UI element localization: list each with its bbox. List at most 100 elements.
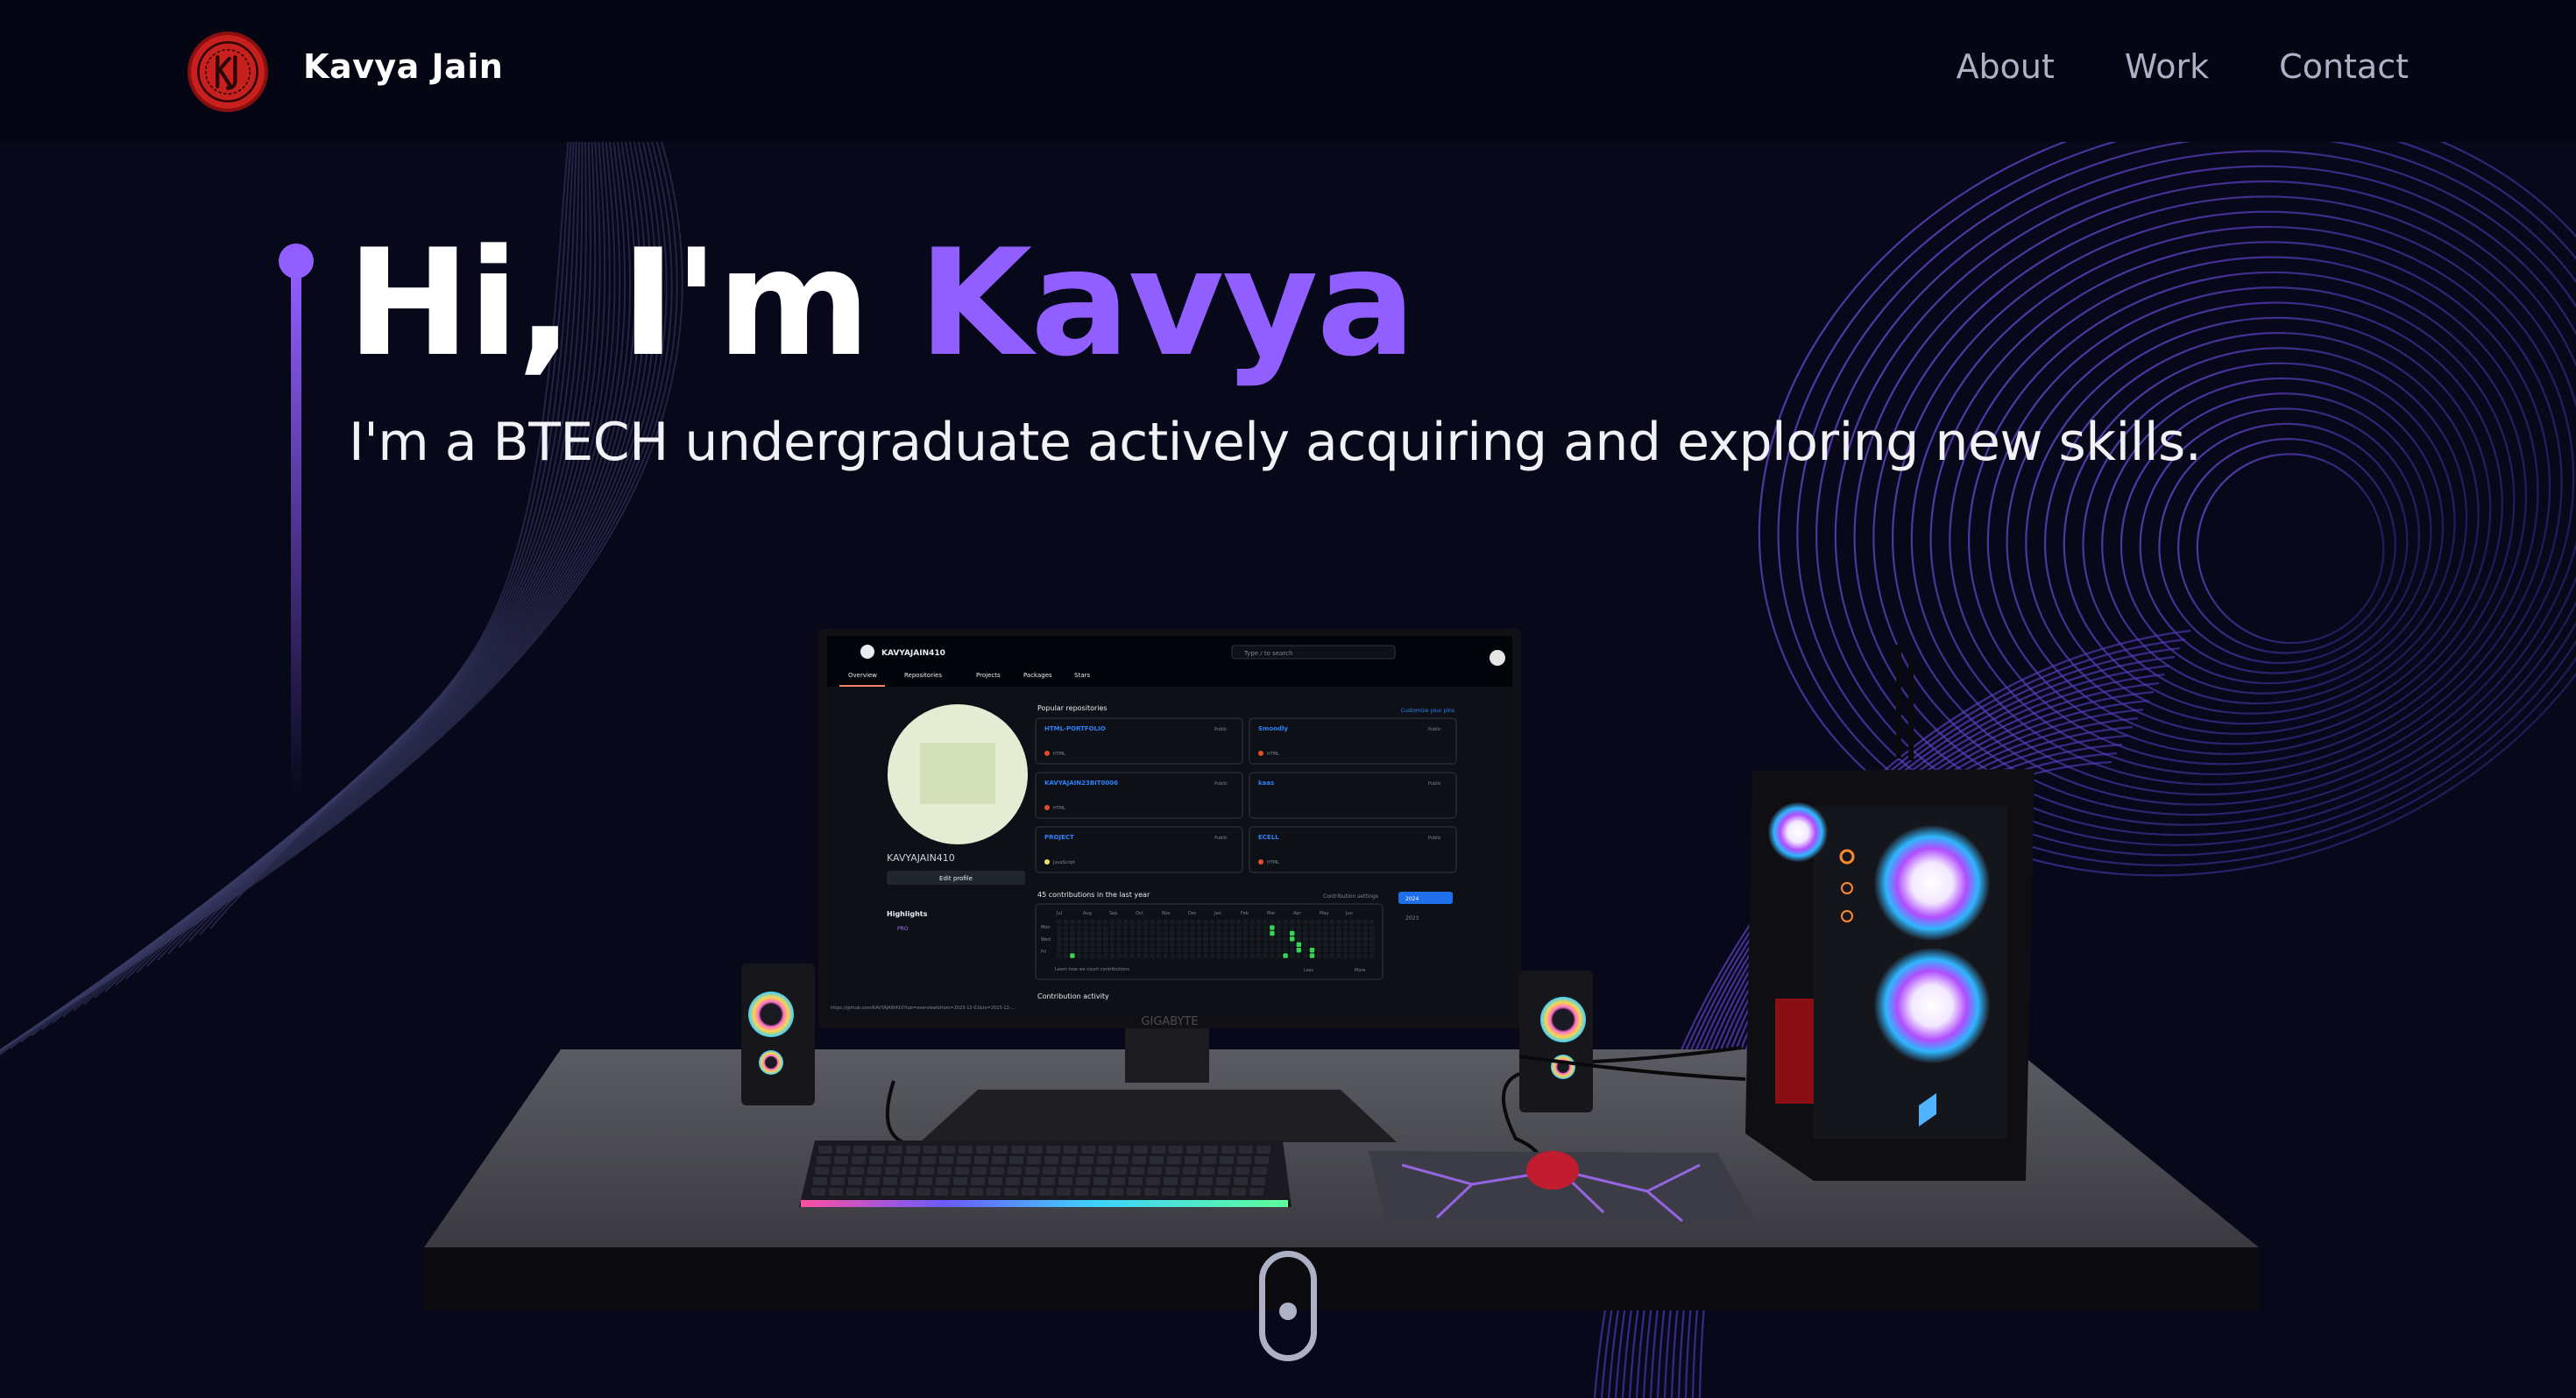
keyboard-key[interactable] [976, 1146, 990, 1154]
gh-repo-name[interactable]: PROJECT [1044, 834, 1074, 841]
keyboard-key[interactable] [1064, 1146, 1078, 1154]
keyboard-key[interactable] [1079, 1156, 1093, 1164]
keyboard-key[interactable] [901, 1177, 915, 1185]
gh-tab-overview[interactable]: Overview [848, 672, 877, 679]
keyboard-key[interactable] [1220, 1156, 1234, 1164]
keyboard-key[interactable] [834, 1156, 848, 1164]
keyboard-key[interactable] [1095, 1167, 1109, 1175]
keyboard-key[interactable] [1058, 1177, 1072, 1185]
keyboard-key[interactable] [885, 1167, 899, 1175]
keyboard-key[interactable] [952, 1188, 966, 1196]
keyboard-key[interactable] [1167, 1156, 1181, 1164]
keyboard-key[interactable] [1162, 1188, 1176, 1196]
keyboard-key[interactable] [899, 1188, 913, 1196]
keyboard-key[interactable] [918, 1177, 932, 1185]
keyboard-key[interactable] [1115, 1156, 1129, 1164]
keyboard-key[interactable] [1130, 1167, 1144, 1175]
keyboard-key[interactable] [864, 1188, 878, 1196]
github-icon[interactable] [860, 645, 874, 659]
keyboard-key[interactable] [815, 1167, 829, 1175]
keyboard-key[interactable] [1255, 1156, 1269, 1164]
keyboard-key[interactable] [888, 1146, 902, 1154]
keyboard-key[interactable] [1004, 1188, 1018, 1196]
keyboard-key[interactable] [867, 1167, 881, 1175]
keyboard-key[interactable] [1232, 1188, 1246, 1196]
keyboard-key[interactable] [1043, 1167, 1057, 1175]
keyboard-key[interactable] [1097, 1156, 1111, 1164]
keyboard-key[interactable] [953, 1177, 967, 1185]
keyboard-key[interactable] [1116, 1146, 1130, 1154]
gh-tab-projects[interactable]: Projects [976, 672, 1001, 679]
keyboard-key[interactable] [1181, 1177, 1195, 1185]
keyboard-key[interactable] [1169, 1146, 1183, 1154]
keyboard-key[interactable] [817, 1156, 831, 1164]
keyboard-key[interactable] [1199, 1177, 1213, 1185]
keyboard-key[interactable] [987, 1188, 1001, 1196]
keyboard-key[interactable] [992, 1156, 1006, 1164]
gh-tab-repositories[interactable]: Repositories [904, 672, 942, 679]
keyboard-key[interactable] [1134, 1146, 1148, 1154]
gh-repo-name[interactable]: Smoodly [1258, 725, 1288, 732]
keyboard-key[interactable] [1041, 1177, 1055, 1185]
keyboard-key[interactable] [955, 1167, 969, 1175]
keyboard-key[interactable] [1256, 1146, 1270, 1154]
gh-avatar-small[interactable] [1490, 650, 1505, 666]
keyboard-key[interactable] [1111, 1177, 1125, 1185]
keyboard-key[interactable] [1237, 1156, 1251, 1164]
keyboard-key[interactable] [813, 1177, 827, 1185]
keyboard-key[interactable] [1039, 1188, 1053, 1196]
keyboard-key[interactable] [1078, 1167, 1092, 1175]
keyboard-key[interactable] [1009, 1156, 1023, 1164]
gh-tab-packages[interactable]: Packages [1023, 672, 1052, 679]
keyboard-key[interactable] [871, 1146, 885, 1154]
keyboard-key[interactable] [969, 1188, 983, 1196]
keyboard-key[interactable] [934, 1188, 948, 1196]
gh-repo-name[interactable]: ECELL [1258, 834, 1279, 841]
keyboard-key[interactable] [957, 1156, 971, 1164]
keyboard-key[interactable] [1008, 1167, 1022, 1175]
gh-repo-name[interactable]: kaas [1258, 780, 1274, 787]
gh-learn-contributions[interactable]: Learn how we count contributions [1055, 967, 1129, 972]
keyboard-key[interactable] [916, 1188, 931, 1196]
keyboard-key[interactable] [818, 1146, 832, 1154]
keyboard-key[interactable] [1221, 1146, 1235, 1154]
keyboard-key[interactable] [866, 1177, 880, 1185]
keyboard-key[interactable] [1027, 1156, 1041, 1164]
keyboard-key[interactable] [850, 1167, 864, 1175]
desk-setup-scene[interactable]: GIGABYTE KAVYAJAIN410 Type / to search O… [0, 0, 2576, 1398]
keyboard-key[interactable] [1099, 1146, 1113, 1154]
keyboard-key[interactable] [938, 1167, 952, 1175]
keyboard-key[interactable] [846, 1188, 860, 1196]
keyboard-key[interactable] [1011, 1146, 1025, 1154]
keyboard-key[interactable] [974, 1156, 988, 1164]
gh-repo-name[interactable]: HTML-PORTFOLIO [1044, 725, 1106, 732]
keyboard-key[interactable] [1144, 1188, 1158, 1196]
keyboard-key[interactable] [853, 1146, 867, 1154]
keyboard-key[interactable] [988, 1177, 1002, 1185]
keyboard-key[interactable] [1092, 1188, 1106, 1196]
keyboard-key[interactable] [1132, 1156, 1146, 1164]
keyboard-key[interactable] [869, 1156, 883, 1164]
keyboard-key[interactable] [1093, 1177, 1108, 1185]
keyboard-key[interactable] [1046, 1146, 1060, 1154]
keyboard-key[interactable] [1165, 1167, 1179, 1175]
keyboard-key[interactable] [941, 1146, 955, 1154]
keyboard-key[interactable] [1044, 1156, 1058, 1164]
keyboard-key[interactable] [1076, 1177, 1090, 1185]
keyboard-key[interactable] [904, 1156, 918, 1164]
keyboard-key[interactable] [1151, 1146, 1165, 1154]
keyboard-key[interactable] [1204, 1146, 1218, 1154]
gh-year-2023-label[interactable]: 2023 [1405, 915, 1419, 921]
keyboard-key[interactable] [1179, 1188, 1193, 1196]
keyboard-key[interactable] [852, 1156, 866, 1164]
keyboard-key[interactable] [1081, 1146, 1095, 1154]
keyboard-key[interactable] [906, 1146, 920, 1154]
keyboard-key[interactable] [836, 1146, 850, 1154]
keyboard-key[interactable] [1251, 1177, 1265, 1185]
keyboard-key[interactable] [829, 1188, 843, 1196]
keyboard-key[interactable] [1183, 1167, 1197, 1175]
keyboard-key[interactable] [994, 1146, 1008, 1154]
keyboard-key[interactable] [1150, 1156, 1164, 1164]
keyboard-key[interactable] [924, 1146, 938, 1154]
keyboard-key[interactable] [881, 1188, 895, 1196]
